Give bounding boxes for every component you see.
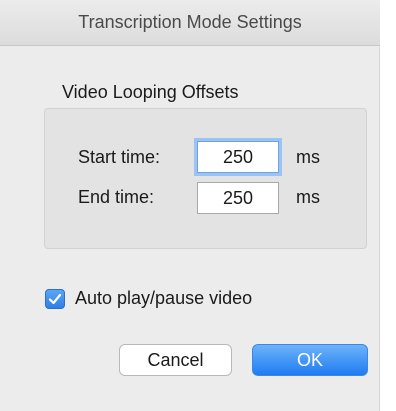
autoplay-checkbox[interactable] (45, 289, 65, 309)
start-time-input[interactable] (197, 141, 279, 173)
end-time-input[interactable] (197, 182, 279, 214)
cancel-button[interactable]: Cancel (119, 344, 232, 376)
looping-group-box (44, 108, 367, 249)
looping-group-title: Video Looping Offsets (62, 82, 239, 102)
start-time-unit: ms (296, 147, 320, 167)
autoplay-label[interactable]: Auto play/pause video (75, 288, 301, 309)
end-time-unit: ms (296, 187, 320, 207)
checkmark-icon (48, 293, 62, 305)
end-time-label: End time: (78, 187, 155, 207)
ok-button[interactable]: OK (252, 344, 368, 376)
dialog-title: Transcription Mode Settings (0, 0, 380, 46)
settings-dialog: Transcription Mode Settings Video Loopin… (0, 0, 380, 411)
start-time-label: Start time: (78, 147, 161, 167)
